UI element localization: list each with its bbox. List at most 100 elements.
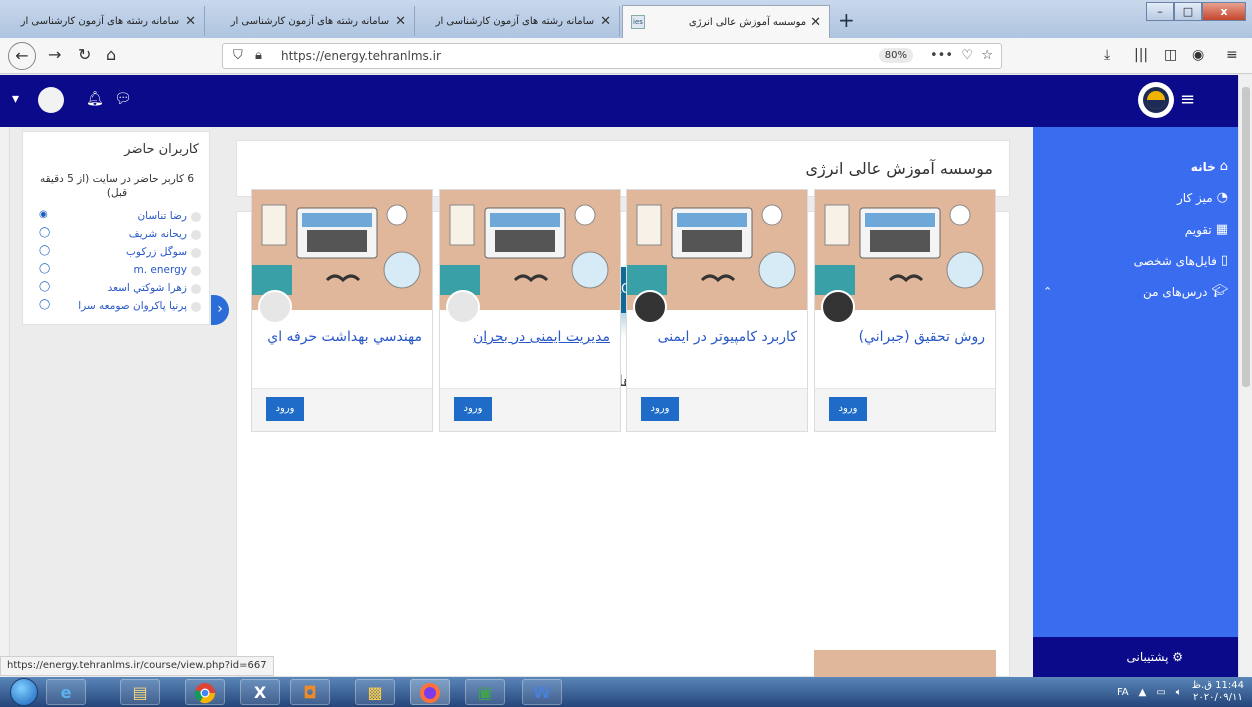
- teacher-avatar[interactable]: [821, 290, 855, 324]
- message-icon[interactable]: ◯: [39, 281, 50, 292]
- home-icon[interactable]: ⌂: [106, 45, 116, 64]
- course-name[interactable]: مدیریت ایمنی در بحران: [448, 326, 610, 348]
- enter-course-button[interactable]: ورود: [454, 397, 492, 421]
- list-item[interactable]: m. energy ◯: [23, 262, 209, 280]
- user-name[interactable]: m. energy: [134, 264, 188, 276]
- enter-course-button[interactable]: ورود: [829, 397, 867, 421]
- course-card[interactable]: مهندسي بهداشت حرفه اي ورود: [251, 189, 433, 432]
- pocket-icon[interactable]: ♡: [961, 48, 973, 63]
- maximize-button[interactable]: □: [1174, 2, 1202, 21]
- list-item[interactable]: سوگل زرکوب ◯: [23, 244, 209, 262]
- list-item[interactable]: پرنيا پاكروان صومعه سرا ◯: [23, 298, 209, 316]
- user-avatar-icon: [191, 302, 201, 312]
- library-icon[interactable]: |||: [1134, 47, 1148, 63]
- browser-tab[interactable]: ✕ سامانه رشته های آزمون کارشناسی ار: [0, 6, 205, 36]
- avatar[interactable]: [38, 87, 64, 113]
- course-card[interactable]: روش تحقيق (جبراني) ورود: [814, 189, 996, 432]
- browser-tab-active[interactable]: ies موسسه آموزش عالی انرژی ✕: [622, 5, 830, 38]
- lock-icon[interactable]: 🔒︎: [255, 48, 262, 63]
- browser-tab-bar: ✕ سامانه رشته های آزمون کارشناسی ار ✕ سا…: [0, 0, 1252, 38]
- tray-expand-icon[interactable]: ▲: [1139, 687, 1147, 698]
- list-item[interactable]: زهرا شوکتي اسعد ◯: [23, 280, 209, 298]
- course-card[interactable]: مدیریت ایمنی در بحران ورود: [439, 189, 621, 432]
- close-window-button[interactable]: x: [1202, 2, 1246, 21]
- left-scrollbar[interactable]: [0, 127, 10, 677]
- back-icon[interactable]: ←: [8, 42, 36, 70]
- course-card[interactable]: کاربرد کامپیوتر در ایمنی ورود: [626, 189, 808, 432]
- nav-item-my-courses[interactable]: 🎓︎ درس‌های من: [1143, 284, 1228, 299]
- course-name[interactable]: کاربرد کامپیوتر در ایمنی: [635, 326, 797, 348]
- user-name[interactable]: زهرا شوکتي اسعد: [108, 282, 187, 294]
- teacher-avatar[interactable]: [446, 290, 480, 324]
- browser-tab[interactable]: ✕ سامانه رشته های آزمون کارشناسی ار: [415, 6, 620, 36]
- close-tab-icon[interactable]: ✕: [185, 14, 196, 29]
- forward-icon[interactable]: →: [48, 45, 61, 64]
- user-menu-caret-icon[interactable]: ▾: [12, 91, 19, 107]
- zoom-level[interactable]: 80%: [878, 48, 913, 63]
- message-icon[interactable]: ◯: [39, 245, 50, 256]
- shield-icon[interactable]: ⛉: [233, 48, 243, 63]
- teacher-avatar[interactable]: [258, 290, 292, 324]
- user-name[interactable]: پرنيا پاكروان صومعه سرا: [78, 300, 187, 312]
- support-label: ⚙ پشتیبانی: [1127, 650, 1184, 664]
- message-icon[interactable]: ◯: [39, 299, 50, 310]
- menu-icon[interactable]: ≡: [1226, 47, 1238, 63]
- nav-item-calendar[interactable]: ▦ تقویم: [1185, 222, 1228, 237]
- message-icon[interactable]: ◯: [39, 263, 50, 274]
- url-text[interactable]: https://energy.tehranlms.ir: [281, 49, 441, 63]
- site-logo[interactable]: [1138, 82, 1174, 118]
- volume-icon[interactable]: 🔈︎: [1176, 687, 1182, 698]
- course-card-partial[interactable]: [814, 650, 996, 677]
- support-link[interactable]: ⚙ پشتیبانی: [1033, 637, 1238, 677]
- minimize-button[interactable]: –: [1146, 2, 1174, 21]
- scrollbar-thumb[interactable]: [1242, 87, 1250, 387]
- reload-icon[interactable]: ↻: [78, 45, 91, 64]
- language-indicator[interactable]: FA: [1117, 687, 1129, 698]
- page-scrollbar[interactable]: [1238, 75, 1252, 677]
- drawer-toggle-chevron-icon[interactable]: ›: [211, 295, 229, 325]
- start-button[interactable]: [10, 678, 38, 706]
- course-name[interactable]: روش تحقيق (جبراني): [823, 326, 985, 348]
- user-name[interactable]: ریحانه شریف: [129, 228, 187, 240]
- notification-bell-icon[interactable]: 🔔︎: [86, 91, 104, 107]
- message-icon[interactable]: ◯: [39, 227, 50, 238]
- address-bar[interactable]: ⛉ 🔒︎ https://energy.tehranlms.ir 80% •••…: [222, 43, 1002, 69]
- bookmark-star-icon[interactable]: ☆: [981, 48, 993, 63]
- rubik-app-icon[interactable]: ▩: [355, 679, 395, 705]
- new-tab-button[interactable]: +: [838, 8, 855, 32]
- excel-icon[interactable]: ▣: [465, 679, 505, 705]
- browser-tab[interactable]: ✕ سامانه رشته های آزمون کارشناسی ار: [205, 6, 415, 36]
- clock[interactable]: 11:44 ق.ظ ۲۰۲۰/۰۹/۱۱: [1192, 680, 1244, 704]
- enter-course-button[interactable]: ورود: [266, 397, 304, 421]
- network-icon[interactable]: ▭: [1156, 687, 1165, 698]
- list-item[interactable]: ریحانه شریف ◯: [23, 226, 209, 244]
- close-tab-icon[interactable]: ✕: [810, 15, 821, 30]
- account-icon[interactable]: ◉: [1192, 47, 1204, 63]
- list-item[interactable]: رضا تناسان ◉: [23, 208, 209, 226]
- x-app-icon[interactable]: X: [240, 679, 280, 705]
- enter-course-button[interactable]: ورود: [641, 397, 679, 421]
- downloads-icon[interactable]: ⤓: [1104, 47, 1110, 63]
- course-name[interactable]: مهندسي بهداشت حرفه اي: [260, 326, 422, 348]
- chrome-icon[interactable]: [185, 679, 225, 705]
- eye-icon[interactable]: ◉: [39, 209, 48, 220]
- messages-icon[interactable]: 💬︎: [114, 91, 132, 107]
- nav-label: خانه: [1190, 159, 1216, 174]
- firefox-icon[interactable]: [410, 679, 450, 705]
- media-app-icon[interactable]: ◘: [290, 679, 330, 705]
- internet-explorer-icon[interactable]: e: [46, 679, 86, 705]
- nav-item-private-files[interactable]: ▯ فایل‌های شخصی: [1134, 253, 1228, 268]
- word-icon[interactable]: W: [522, 679, 562, 705]
- close-tab-icon[interactable]: ✕: [600, 14, 611, 29]
- teacher-avatar[interactable]: [633, 290, 667, 324]
- file-explorer-icon[interactable]: ▤: [120, 679, 160, 705]
- nav-item-home[interactable]: ⌂ خانه: [1191, 159, 1228, 174]
- chevron-up-icon[interactable]: ⌃: [1043, 285, 1052, 298]
- user-name[interactable]: رضا تناسان: [137, 210, 187, 222]
- page-actions-icon[interactable]: •••: [930, 48, 953, 63]
- nav-item-dashboard[interactable]: ◔ میز کار: [1177, 190, 1228, 205]
- close-tab-icon[interactable]: ✕: [395, 14, 406, 29]
- sidebar-icon[interactable]: ◫: [1164, 47, 1177, 63]
- user-name[interactable]: سوگل زرکوب: [126, 246, 187, 258]
- hamburger-menu-icon[interactable]: ≡: [1180, 89, 1195, 110]
